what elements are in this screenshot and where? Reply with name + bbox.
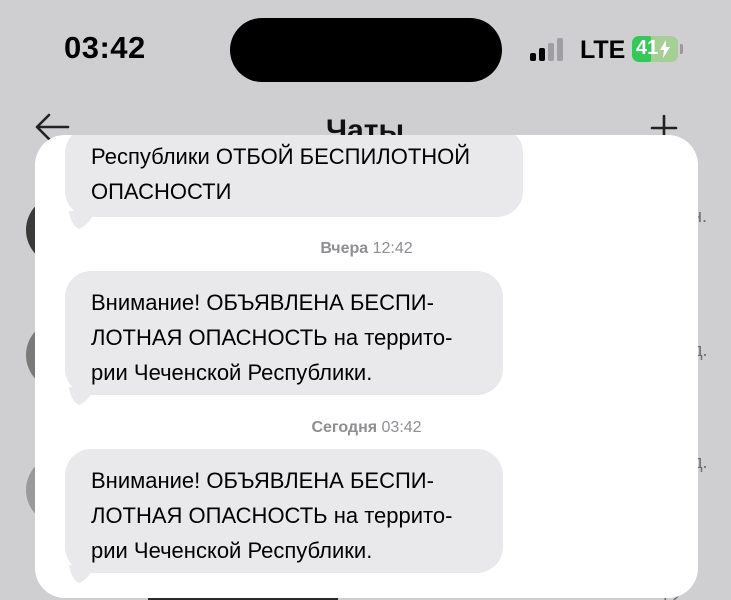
message-timestamp: Сегодня 03:42 <box>35 419 698 437</box>
signal-bar <box>548 43 554 61</box>
message-line: ЛОТНАЯ ОПАСНОСТЬ на террито- <box>91 503 453 528</box>
message-bubble[interactable]: Республики ОТБОЙ БЕСПИЛОТНОЙ ОПАСНОСТИ <box>65 135 523 217</box>
message-preview-popup[interactable]: Республики ОТБОЙ БЕСПИЛОТНОЙ ОПАСНОСТИ В… <box>35 135 698 598</box>
message-line: рии Чеченской Республики. <box>91 538 373 563</box>
cellular-signal-icon <box>530 37 570 61</box>
message-line: ЛОТНАЯ ОПАСНОСТЬ на террито- <box>91 325 453 350</box>
message-line: Внимание! ОБЪЯВЛЕНА БЕСПИ- <box>91 290 434 315</box>
message-timestamp: Вчера 12:42 <box>35 240 698 258</box>
signal-bar <box>557 38 563 61</box>
network-type: LTE <box>580 36 626 64</box>
timestamp-time: 03:42 <box>381 419 422 436</box>
message-line: рии Чеченской Республики. <box>91 360 373 385</box>
message-bubble[interactable]: Внимание! ОБЪЯВЛЕНА БЕСПИ- ЛОТНАЯ ОПАСНО… <box>65 449 503 573</box>
battery-percent: 41 <box>636 37 659 59</box>
signal-bar <box>539 48 545 61</box>
bubble-tail <box>69 387 95 405</box>
message-bubble[interactable]: Внимание! ОБЪЯВЛЕНА БЕСПИ- ЛОТНАЯ ОПАСНО… <box>65 271 503 395</box>
timestamp-day: Вчера <box>320 240 373 257</box>
signal-bar <box>530 53 536 61</box>
status-time: 03:42 <box>64 30 146 65</box>
bubble-tail <box>69 211 95 229</box>
timestamp-time: 12:42 <box>372 240 413 257</box>
message-line: Республики ОТБОЙ БЕСПИЛОТНОЙ <box>91 144 471 169</box>
battery-icon: 41 <box>632 36 678 62</box>
battery-nub <box>680 44 683 54</box>
timestamp-day: Сегодня <box>311 419 382 436</box>
message-line: ОПАСНОСТИ <box>91 179 232 204</box>
dynamic-island <box>230 18 502 82</box>
bubble-tail <box>69 565 95 583</box>
charging-bolt-icon <box>660 40 670 58</box>
message-line: Внимание! ОБЪЯВЛЕНА БЕСПИ- <box>91 468 434 493</box>
